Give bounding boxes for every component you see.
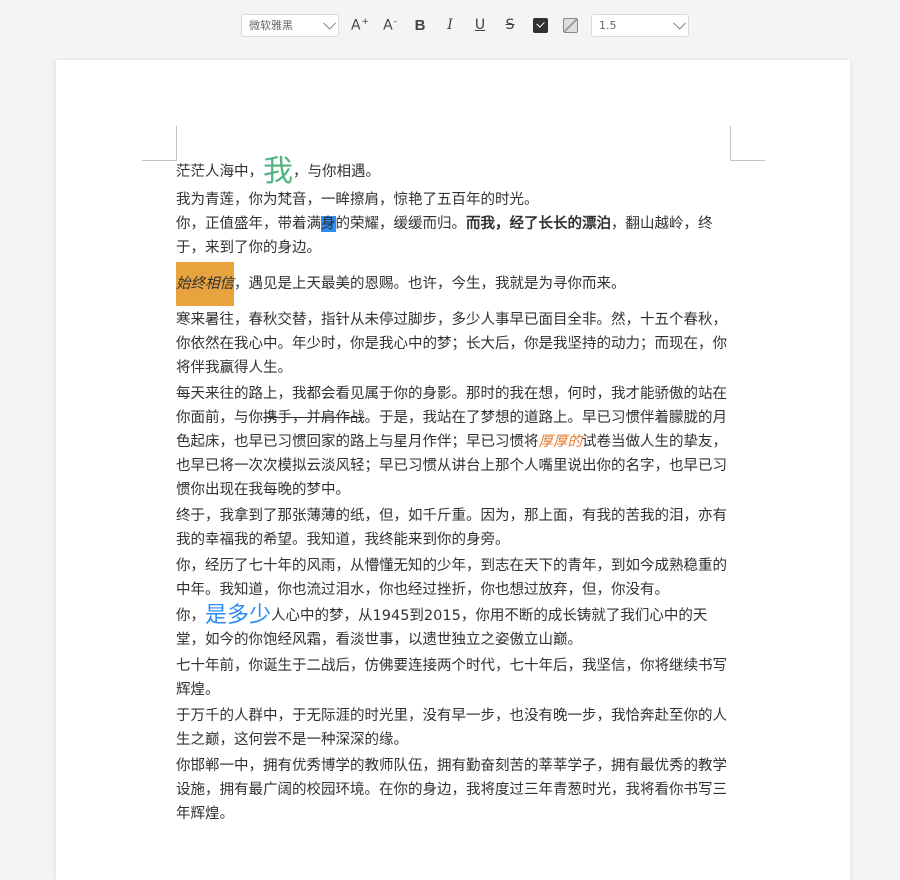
paragraph: 于万千的人群中，于无际涯的时光里，没有早一步，也没有晚一步，我恰奔赴至你的人生之… [176,708,727,748]
strikethrough-button[interactable]: S [495,12,525,38]
page-corner-mark-top-left [142,126,177,161]
font-size-increase-button[interactable]: A+ [345,12,375,38]
paragraph: 你邯郸一中，拥有优秀博学的教师队伍，拥有勤奋刻苦的莘莘学子，拥有最优秀的教学设施… [176,758,727,822]
font-family-select[interactable]: 微软雅黑 [241,13,339,37]
document-content[interactable]: 茫茫人海中，我，与你相遇。 我为青莲，你为梵音，一眸擦肩，惊艳了五百年的时光。 … [176,154,728,828]
italic-button[interactable]: I [435,12,465,38]
editor-toolbar: 微软雅黑 A+ A- B I U S 1.5 [241,12,689,38]
selected-text: 身 [321,216,336,232]
paragraph: 你，经历了七十年的风雨，从懵懂无知的少年，到志在天下的青年，到如今成熟稳重的中年… [176,558,727,598]
line-height-select[interactable]: 1.5 [591,13,689,37]
paragraph: 茫茫人海中，我，与你相遇。 [176,154,380,189]
background-color-icon [562,17,578,33]
text-color-swatch-icon [532,17,548,33]
chevron-down-icon [673,16,686,30]
underline-icon: U [474,17,486,33]
bold-text: 而我，经了长长的漂泊 [466,216,611,232]
large-green-text: 我 [263,154,293,189]
paragraph: 终于，我拿到了那张薄薄的纸，但，如千斤重。因为，那上面，有我的苦我的泪，亦有我的… [176,508,727,548]
font-size-decrease-button[interactable]: A- [375,12,405,38]
paragraph: 你，正值盛年，带着满身的荣耀，缓缓而归。而我，经了长长的漂泊，翻山越岭，终于，来… [176,216,713,256]
line-height-value: 1.5 [599,18,617,32]
bold-button[interactable]: B [405,12,435,38]
font-increase-icon: A+ [350,16,370,34]
paragraph: 始终相信，遇见是上天最美的恩赐。也许，今生，我就是为寻你而来。 [176,262,728,306]
background-color-button[interactable] [555,12,585,38]
italic-icon: I [447,17,453,33]
paragraph: 寒来暑往，春秋交替，指针从未停过脚步，多少人事早已面目全非。然，十五个春秋，你依… [176,312,727,376]
underline-button[interactable]: U [465,12,495,38]
highlighted-italic-text: 始终相信 [176,262,234,306]
paragraph: 我为青莲，你为梵音，一眸擦肩，惊艳了五百年的时光。 [176,192,539,208]
text-color-button[interactable] [525,12,555,38]
large-blue-text: 是多少 [205,603,272,628]
page-corner-mark-top-right [730,126,765,161]
strikethrough-text: 携手，并肩作战 [263,410,365,426]
paragraph: 每天来往的路上，我都会看见属于你的身影。那时的我在想，何时，我才能骄傲的站在你面… [176,386,727,498]
strikethrough-icon: S [505,17,515,33]
orange-italic-text: 厚厚的 [538,434,583,450]
document-page: 茫茫人海中，我，与你相遇。 我为青莲，你为梵音，一眸擦肩，惊艳了五百年的时光。 … [56,60,850,880]
bold-icon: B [414,16,426,34]
chevron-down-icon [323,16,336,30]
paragraph: 七十年前，你诞生于二战后，仿佛要连接两个时代，七十年后，我坚信，你将继续书写辉煌… [176,658,727,698]
font-decrease-icon: A- [383,16,397,34]
paragraph: 你，是多少人心中的梦，从1945到2015，你用不断的成长铸就了我们心中的天堂，… [176,603,708,649]
font-family-value: 微软雅黑 [249,19,293,32]
